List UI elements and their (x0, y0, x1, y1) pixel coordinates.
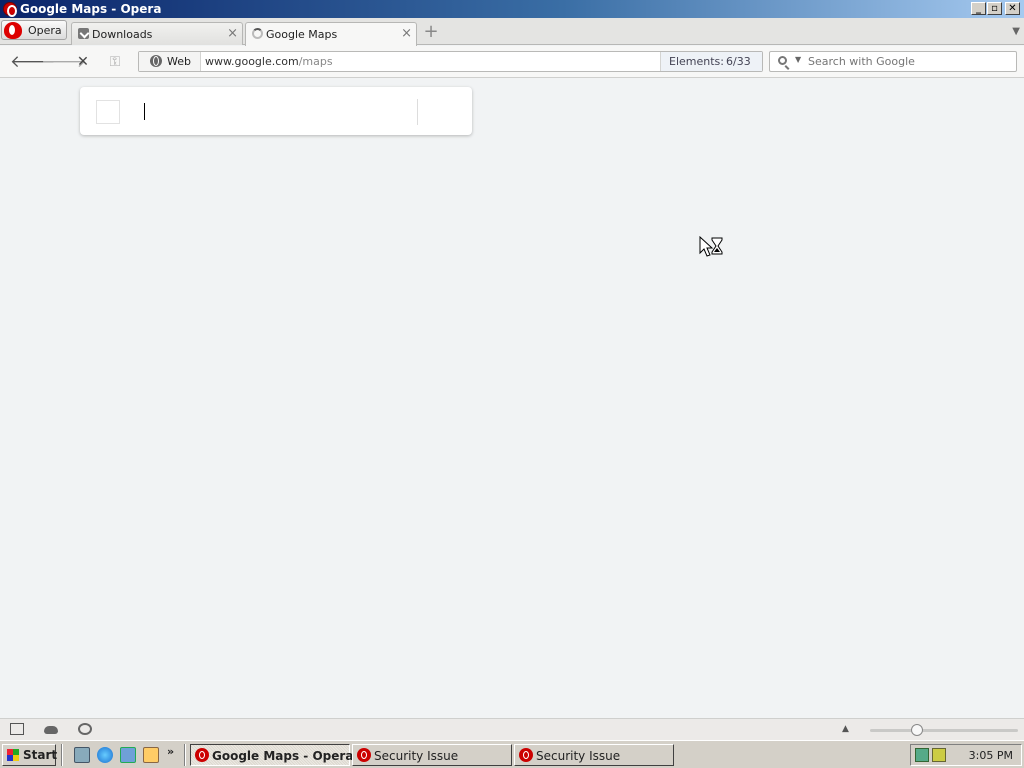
taskbar-separator (61, 744, 63, 766)
tab-close-icon[interactable]: × (401, 26, 412, 41)
search-box[interactable]: ▼ (769, 51, 1017, 72)
stop-button[interactable]: ✕ (73, 52, 93, 72)
search-engine-chevron-icon[interactable]: ▼ (795, 55, 801, 64)
tab-label: Google Maps (266, 28, 338, 41)
task-label: Google Maps - Opera (212, 749, 354, 763)
tab-menu-chevron-icon[interactable]: ▼ (1012, 26, 1020, 37)
url-text[interactable]: www.google.com/maps (205, 55, 333, 68)
opera-icon (195, 748, 209, 762)
opera-menu-label: Opera (28, 24, 62, 37)
minimize-button[interactable]: _ (971, 2, 986, 15)
elements-label: Elements: (669, 55, 724, 68)
task-security-issue[interactable]: Security Issue (352, 744, 512, 766)
tab-close-icon[interactable]: × (227, 26, 238, 41)
quick-launch-more-button[interactable]: » (167, 745, 174, 758)
search-folder-icon[interactable] (143, 747, 159, 763)
opera-menu-button[interactable]: Opera (1, 20, 67, 40)
taskbar: Start » Google Maps - Opera Security Iss… (0, 740, 1024, 768)
tab-bar: Opera Downloads × Google Maps × + ▼ (0, 18, 1024, 46)
close-window-button[interactable]: ✕ (1005, 2, 1020, 15)
opera-icon (357, 748, 371, 762)
site-badge[interactable]: Web (139, 52, 201, 71)
elements-count: 6/33 (726, 55, 751, 68)
taskbar-separator (184, 744, 186, 766)
download-icon (78, 28, 89, 39)
search-input[interactable] (808, 53, 1008, 70)
turbo-icon[interactable] (78, 723, 92, 735)
status-bar: ▲ (0, 718, 1024, 740)
url-host: www.google.com (205, 55, 299, 68)
text-caret (144, 103, 145, 120)
tab-label: Downloads (92, 28, 153, 41)
back-button[interactable]: 🡐 (10, 52, 56, 72)
elements-counter: Elements: 6/33 (660, 52, 762, 71)
address-bar[interactable]: Web www.google.com/maps Elements: 6/33 (138, 51, 763, 72)
tray-app-icon[interactable] (932, 748, 946, 762)
navigation-bar: 🡐 🡒 ✕ ⚿ Web www.google.com/maps Elements… (0, 46, 1024, 78)
restore-button[interactable]: ▫ (987, 2, 1002, 15)
search-divider (417, 99, 418, 125)
loading-spinner-icon (252, 28, 263, 39)
window-title: Google Maps - Opera (20, 2, 162, 16)
maps-menu-icon[interactable] (96, 100, 120, 124)
windows-logo-icon (7, 749, 19, 761)
task-google-maps-opera[interactable]: Google Maps - Opera (190, 744, 354, 766)
show-desktop-icon[interactable] (74, 747, 90, 763)
search-icon[interactable] (778, 56, 787, 65)
zoom-slider-handle[interactable] (911, 724, 923, 736)
url-path: /maps (298, 55, 333, 68)
site-badge-label: Web (167, 55, 191, 68)
zoom-slider[interactable] (870, 724, 1018, 736)
opera-icon (519, 748, 533, 762)
show-view-bar-icon[interactable]: ▲ (842, 724, 849, 734)
key-icon[interactable]: ⚿ (105, 52, 125, 72)
window-title-bar[interactable]: Google Maps - Opera _ ▫ ✕ (0, 0, 1024, 18)
maps-search-input[interactable] (140, 100, 410, 124)
opera-unite-icon[interactable] (44, 726, 58, 734)
outlook-express-icon[interactable] (120, 747, 136, 763)
system-tray: 3:05 PM (910, 744, 1022, 766)
network-icon[interactable] (915, 748, 929, 762)
tab-downloads[interactable]: Downloads × (71, 22, 243, 45)
page-content[interactable] (0, 79, 1024, 718)
forward-button[interactable]: 🡒 (41, 52, 87, 72)
internet-explorer-icon[interactable] (97, 747, 113, 763)
opera-logo-icon (4, 22, 22, 39)
opera-icon (3, 2, 17, 17)
tab-google-maps[interactable]: Google Maps × (245, 22, 417, 46)
task-label: Security Issue (536, 749, 621, 763)
maps-search-box[interactable] (80, 87, 472, 135)
new-tab-button[interactable]: + (423, 23, 439, 41)
busy-cursor-icon (699, 236, 723, 257)
globe-icon (150, 55, 162, 67)
clock[interactable]: 3:05 PM (969, 749, 1013, 762)
panel-toggle-icon[interactable] (10, 723, 24, 735)
start-label: Start (23, 748, 58, 762)
task-security-issue[interactable]: Security Issue (514, 744, 674, 766)
start-button[interactable]: Start (2, 744, 58, 766)
task-label: Security Issue (374, 749, 459, 763)
